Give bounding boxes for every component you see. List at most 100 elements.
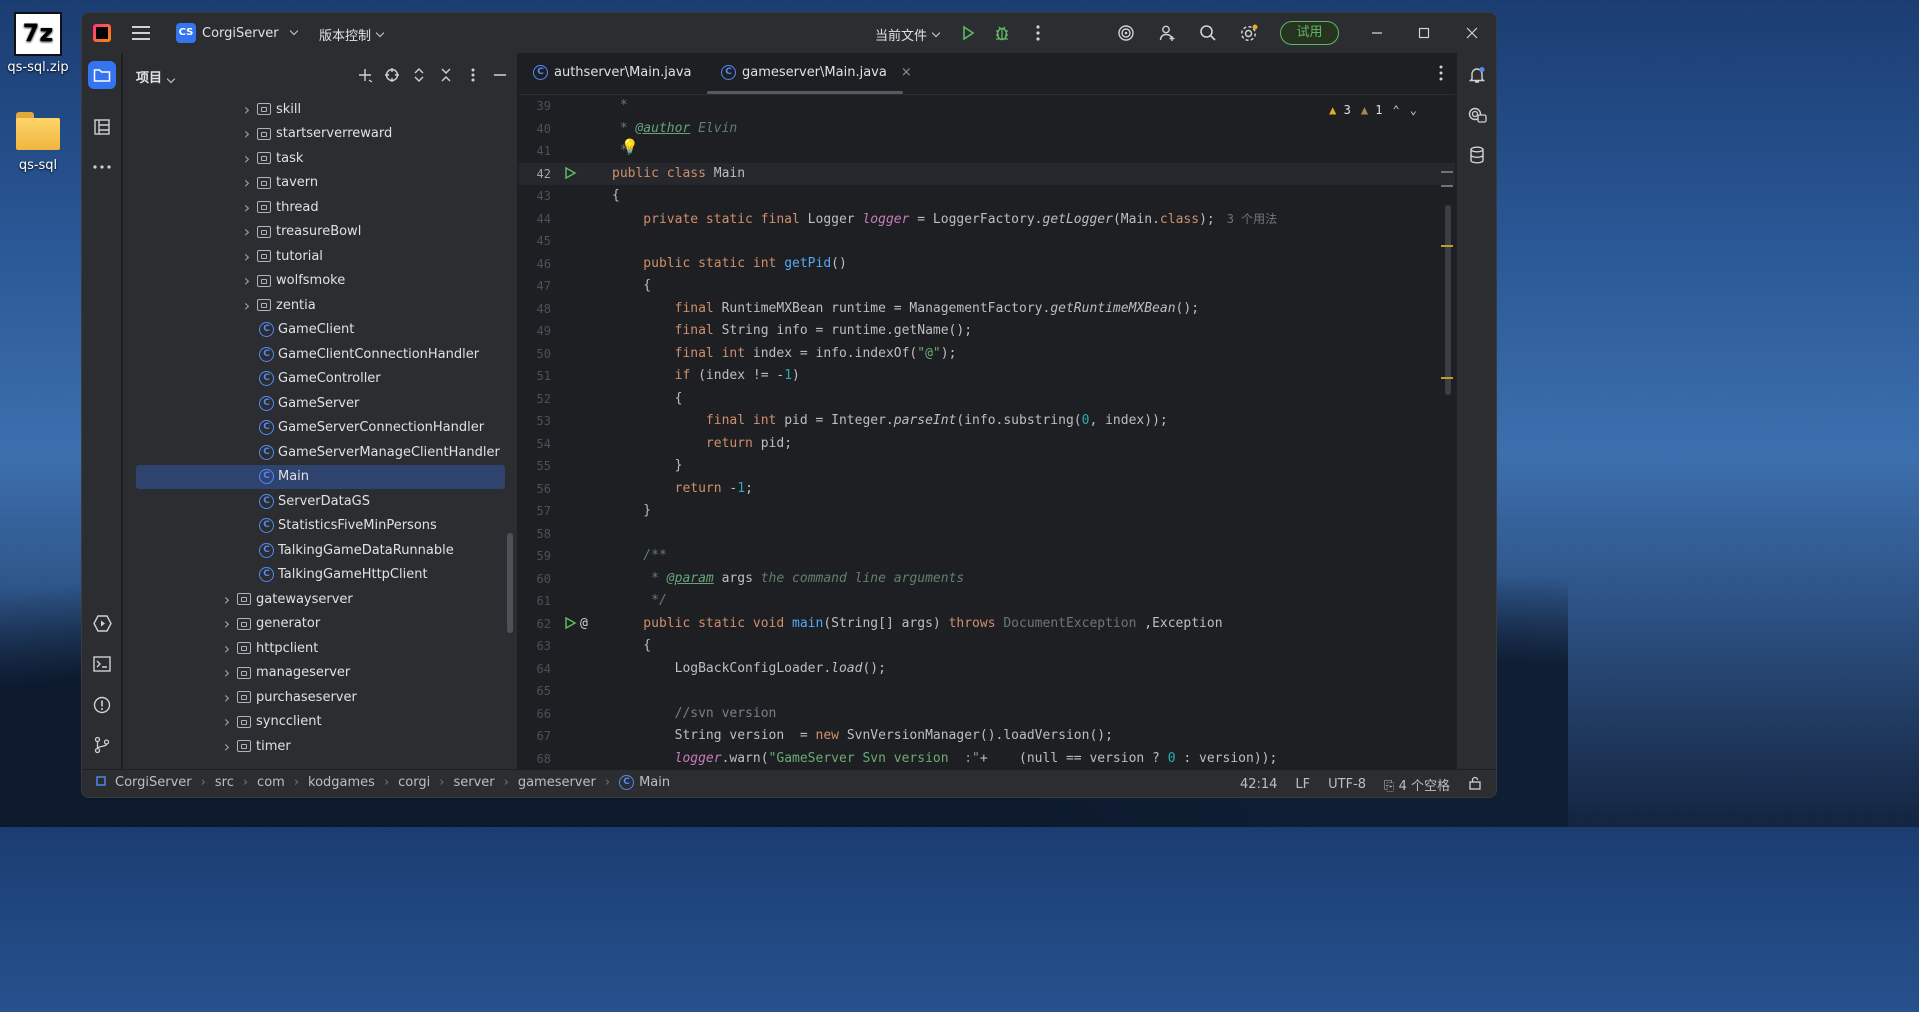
tree-class[interactable]: C GameServer <box>123 391 517 416</box>
tab-gameserver-main[interactable]: C gameserver\Main.java × <box>721 65 912 80</box>
line-number[interactable]: 43 <box>519 185 551 208</box>
chevron-right-icon[interactable]: › <box>241 271 253 290</box>
hide-panel-icon[interactable] <box>490 65 509 84</box>
line-number[interactable]: 45 <box>519 230 551 253</box>
line-number[interactable]: 40 <box>519 118 551 141</box>
line-number[interactable]: 65 <box>519 680 551 703</box>
git-tool-button[interactable] <box>88 731 116 759</box>
editor-scrollbar[interactable] <box>1445 205 1451 395</box>
code-line[interactable]: 62 @ public static void main(String[] arg… <box>519 613 1455 636</box>
tree-folder[interactable]: › treasureBowl <box>123 220 517 245</box>
code-line[interactable]: 66 //svn version <box>519 703 1455 726</box>
code-line[interactable]: 51 if (index != -1) <box>519 365 1455 388</box>
more-actions-button[interactable] <box>1028 23 1048 43</box>
add-user-button[interactable] <box>1158 23 1178 43</box>
tree-class[interactable]: C TalkingGameDataRunnable <box>123 538 517 563</box>
code-line[interactable]: 50 final int index = info.indexOf("@"); <box>519 343 1455 366</box>
chevron-right-icon[interactable]: › <box>221 614 233 633</box>
options-kebab-icon[interactable] <box>463 65 482 84</box>
code-line[interactable]: 49 final String info = runtime.getName()… <box>519 320 1455 343</box>
chevron-right-icon[interactable]: › <box>221 590 233 609</box>
next-highlight-icon[interactable]: ⌄ <box>1410 103 1417 117</box>
line-number[interactable]: 51 <box>519 365 551 388</box>
code-line[interactable]: 56 return -1; <box>519 478 1455 501</box>
maximize-button[interactable] <box>1414 23 1434 43</box>
line-number[interactable]: 53 <box>519 410 551 433</box>
warning-count[interactable]: ▲ 3 <box>1329 103 1351 117</box>
tab-options-button[interactable] <box>1439 65 1443 85</box>
code-line[interactable]: 46 public static int getPid() <box>519 253 1455 276</box>
line-number[interactable]: 67 <box>519 725 551 748</box>
tree-folder[interactable]: › tavern <box>123 171 517 196</box>
line-number[interactable]: 66 <box>519 703 551 726</box>
inspection-widget[interactable]: ▲ 3 ▲ 1 ⌃ ⌄ <box>1329 103 1417 117</box>
caret-position[interactable]: 42:14 <box>1240 777 1277 792</box>
line-number[interactable]: 58 <box>519 523 551 546</box>
line-number[interactable]: 59 <box>519 545 551 568</box>
usages-hint[interactable]: 3 个用法 <box>1227 212 1277 226</box>
structure-tool-button[interactable] <box>88 113 116 141</box>
line-number[interactable]: 47 <box>519 275 551 298</box>
desktop-icon-folder[interactable]: qs-sql <box>0 110 76 173</box>
chevron-right-icon[interactable]: › <box>221 737 233 756</box>
line-separator[interactable]: LF <box>1295 777 1310 792</box>
weak-warning-count[interactable]: ▲ 1 <box>1361 103 1383 117</box>
breadcrumb-item[interactable]: kodgames <box>308 775 375 790</box>
code-line[interactable]: 43 { <box>519 185 1455 208</box>
tree-folder[interactable]: › httpclient <box>123 636 517 661</box>
line-number[interactable]: 62 <box>519 613 551 636</box>
project-tool-button[interactable] <box>88 61 116 89</box>
desktop-icon-zip[interactable]: 7z qs-sql.zip <box>0 12 76 75</box>
tree-folder[interactable]: › wolfsmoke <box>123 269 517 294</box>
tree-class[interactable]: C Main <box>136 464 505 489</box>
chevron-right-icon[interactable]: › <box>221 712 233 731</box>
line-number[interactable]: 42 <box>519 163 551 186</box>
breadcrumb-item[interactable]: CorgiServer <box>115 775 192 790</box>
search-button[interactable] <box>1198 23 1218 43</box>
code-line[interactable]: 60 * @param args the command line argume… <box>519 568 1455 591</box>
vcs-menu[interactable]: 版本控制 <box>319 25 385 44</box>
code-view[interactable]: 68 logger.warn("GameServer Svn version :… <box>519 95 1455 769</box>
line-number[interactable]: 64 <box>519 658 551 681</box>
expand-all-icon[interactable] <box>409 65 428 84</box>
line-number[interactable]: 57 <box>519 500 551 523</box>
tree-class[interactable]: C TalkingGameHttpClient <box>123 563 517 588</box>
tree-folder[interactable]: › task <box>123 146 517 171</box>
tree-folder[interactable]: › startserverreward <box>123 122 517 147</box>
prev-highlight-icon[interactable]: ⌃ <box>1393 103 1400 117</box>
tree-folder[interactable]: › gatewayserver <box>123 587 517 612</box>
code-line[interactable]: 61 */ <box>519 590 1455 613</box>
code-line[interactable]: 48 final RuntimeMXBean runtime = Managem… <box>519 298 1455 321</box>
run-button[interactable] <box>958 23 978 43</box>
code-line[interactable]: 55 } <box>519 455 1455 478</box>
services-tool-button[interactable] <box>88 609 116 637</box>
line-number[interactable]: 60 <box>519 568 551 591</box>
tree-class[interactable]: C GameController <box>123 367 517 392</box>
tree-folder[interactable]: › timer <box>123 734 517 759</box>
line-number[interactable]: 54 <box>519 433 551 456</box>
line-number[interactable]: 56 <box>519 478 551 501</box>
code-line[interactable]: 54 return pid; <box>519 433 1455 456</box>
code-line[interactable]: 67 String version = new SvnVersionManage… <box>519 725 1455 748</box>
ai-chat-button[interactable] <box>1463 101 1491 129</box>
code-line[interactable]: 40 * @author Elvin <box>519 118 1455 141</box>
database-button[interactable] <box>1463 141 1491 169</box>
lock-icon[interactable] <box>1468 776 1482 794</box>
collapse-all-icon[interactable] <box>436 65 455 84</box>
breadcrumb-item[interactable]: server <box>453 775 494 790</box>
main-menu-icon[interactable] <box>132 26 150 40</box>
terminal-tool-button[interactable] <box>88 650 116 678</box>
indent-setting[interactable]: ⎘ 4 个空格 <box>1384 775 1450 794</box>
tree-folder[interactable]: › zentia <box>123 293 517 318</box>
code-line[interactable]: 58 <box>519 523 1455 546</box>
code-line[interactable]: 57 } <box>519 500 1455 523</box>
tree-class[interactable]: C GameClientConnectionHandler <box>123 342 517 367</box>
line-number[interactable]: 55 <box>519 455 551 478</box>
code-line[interactable]: 52 { <box>519 388 1455 411</box>
code-line[interactable]: 68 logger.warn("GameServer Svn version :… <box>519 748 1455 770</box>
code-line[interactable]: 44 private static final Logger logger = … <box>519 208 1455 231</box>
code-line[interactable]: 47 { <box>519 275 1455 298</box>
tree-folder[interactable]: › skill <box>123 97 517 122</box>
project-panel-title[interactable]: 项目 <box>136 67 176 86</box>
gutter-run-icon[interactable] <box>563 163 603 186</box>
